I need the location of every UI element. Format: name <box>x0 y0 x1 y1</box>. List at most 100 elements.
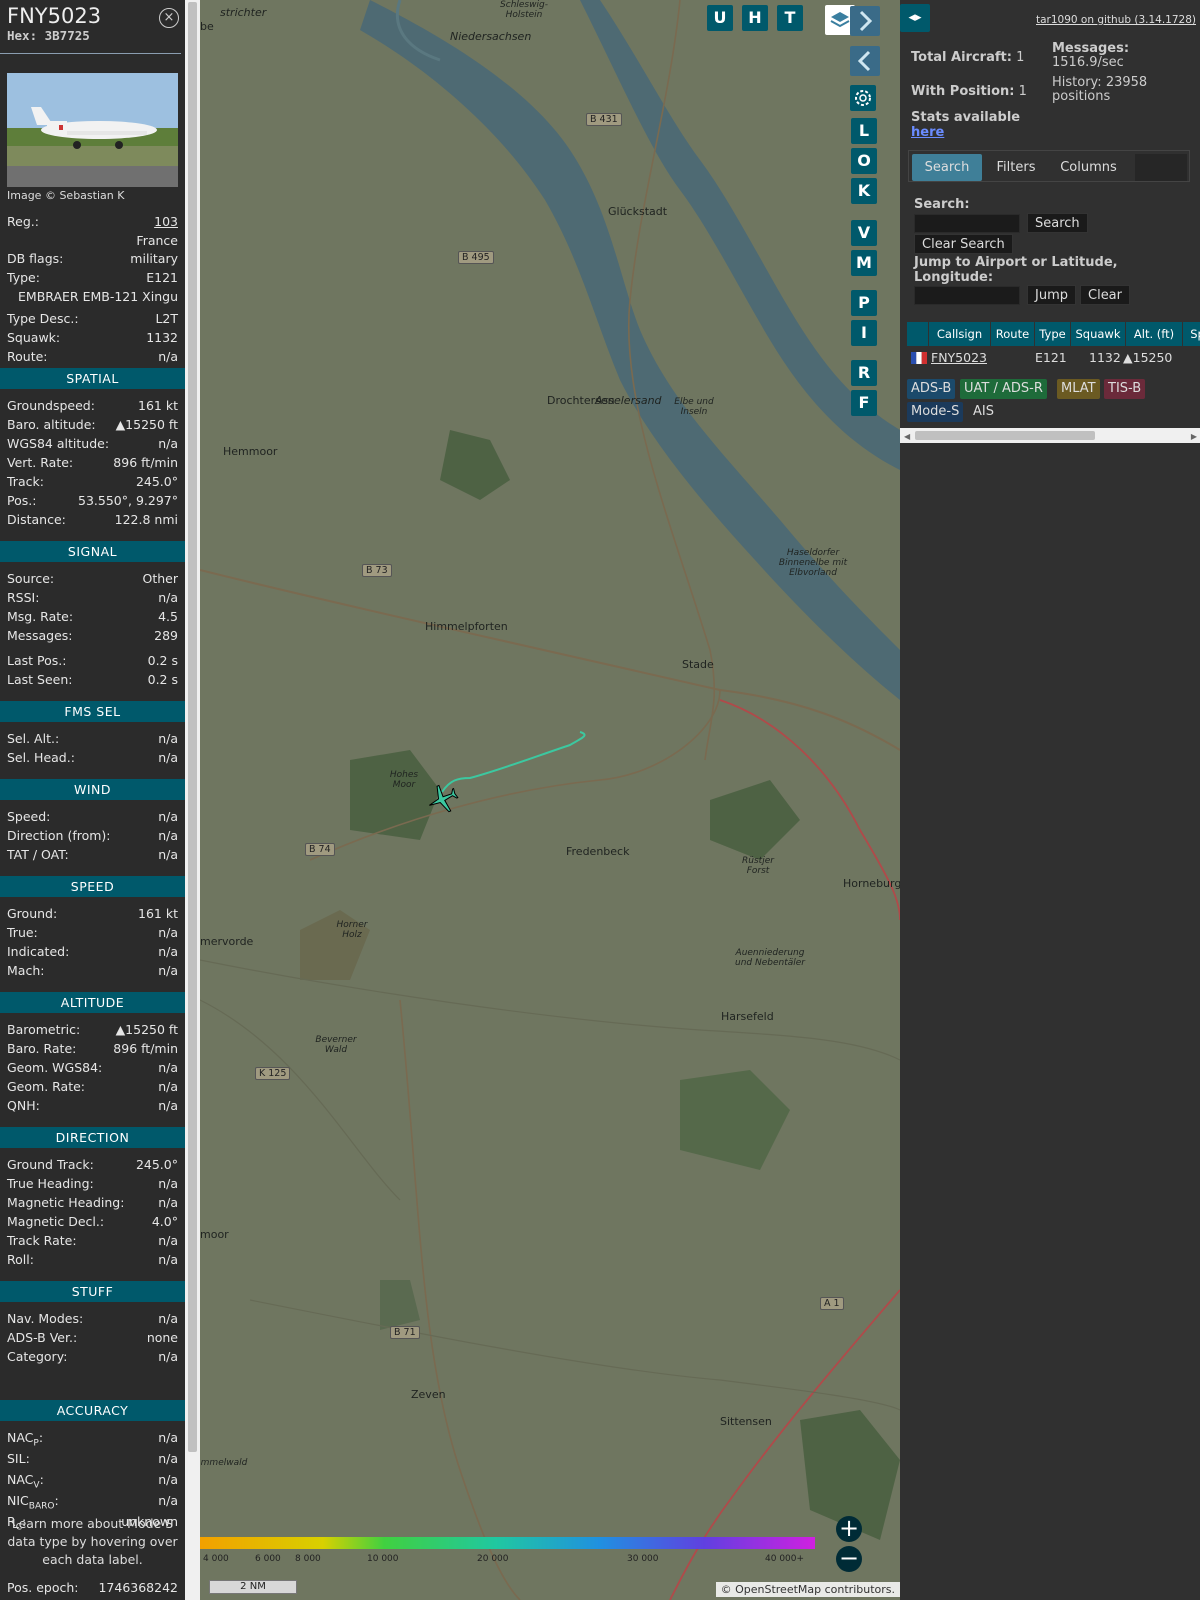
col-squawk[interactable]: Squawk <box>1071 322 1126 346</box>
info-row-label[interactable]: NACP: <box>7 1430 43 1449</box>
row-callsign[interactable]: FNY5023 <box>931 350 987 365</box>
map[interactable]: Glückstadt Drochtersen Asselersand Elbe und… <box>200 0 900 1600</box>
jump-button[interactable]: Jump <box>1027 285 1076 305</box>
col-callsign[interactable]: Callsign <box>929 322 991 346</box>
place-label: Stade <box>682 658 714 671</box>
info-row-label[interactable]: Category: <box>7 1349 67 1367</box>
info-row-label[interactable]: Groundspeed: <box>7 398 95 416</box>
col-altitude[interactable]: Alt. (ft) <box>1126 322 1183 346</box>
zoom-in-button[interactable]: + <box>836 1516 862 1542</box>
stats-link[interactable]: here <box>911 125 944 140</box>
info-row-label[interactable]: Sel. Head.: <box>7 750 75 768</box>
clear-search-button[interactable]: Clear Search <box>914 234 1013 254</box>
info-row-label[interactable]: TAT / OAT: <box>7 847 69 865</box>
info-row-label[interactable]: True: <box>7 925 38 943</box>
r-button[interactable]: R <box>851 360 877 386</box>
i-button[interactable]: I <box>851 320 877 346</box>
col-flag[interactable] <box>907 322 929 346</box>
info-row-label[interactable]: Messages: <box>7 628 73 646</box>
zoom-out-button[interactable]: − <box>836 1546 862 1572</box>
info-row-label[interactable]: WGS84 altitude: <box>7 436 109 454</box>
col-route[interactable]: Route <box>991 322 1035 346</box>
scroll-left-icon[interactable]: ◀ <box>904 432 910 441</box>
info-row-label[interactable]: Vert. Rate: <box>7 455 73 473</box>
info-row-label[interactable]: Baro. altitude: <box>7 417 96 435</box>
source-adsb[interactable]: ADS-B <box>907 379 956 399</box>
table-horizontal-scrollbar[interactable]: ◀ ▶ <box>900 428 1200 443</box>
source-tisb[interactable]: TIS-B <box>1104 379 1146 399</box>
u-button[interactable]: U <box>707 5 733 31</box>
info-row-label[interactable]: Indicated: <box>7 944 69 962</box>
toggle-sidebar-width-icon[interactable]: ◂▸ <box>900 4 930 32</box>
info-row-label[interactable]: Mach: <box>7 963 44 981</box>
map-attribution[interactable]: © OpenStreetMap contributors. <box>715 1582 900 1597</box>
info-row-label[interactable]: Magnetic Decl.: <box>7 1214 104 1232</box>
source-modes[interactable]: Mode-S <box>907 402 964 422</box>
info-row-label[interactable]: Ground: <box>7 906 57 924</box>
t-button[interactable]: T <box>777 5 803 31</box>
github-link[interactable]: tar1090 on github (3.14.1728) <box>1036 14 1196 26</box>
info-row-label[interactable]: Msg. Rate: <box>7 609 73 627</box>
scrollbar-thumb[interactable] <box>915 431 1095 440</box>
info-scrollbar[interactable] <box>185 0 200 1600</box>
expand-sidebar-button[interactable] <box>850 6 880 36</box>
info-row-label[interactable]: Geom. Rate: <box>7 1079 85 1097</box>
l-button[interactable]: L <box>851 118 877 144</box>
info-row-label[interactable]: True Heading: <box>7 1176 94 1194</box>
info-row-label[interactable]: ADS-B Ver.: <box>7 1330 77 1348</box>
tab-filters[interactable]: Filters <box>987 154 1045 181</box>
info-row-label[interactable]: Geom. WGS84: <box>7 1060 102 1078</box>
info-row-label[interactable]: Source: <box>7 571 54 589</box>
tab-extra[interactable] <box>1135 154 1187 181</box>
info-row-label[interactable]: Magnetic Heading: <box>7 1195 124 1213</box>
info-row: Nav. Modes: n/a <box>7 1311 178 1329</box>
settings-button[interactable] <box>850 85 876 111</box>
v-button[interactable]: V <box>851 220 877 246</box>
clear-jump-button[interactable]: Clear <box>1080 285 1130 305</box>
info-row-label[interactable]: Speed: <box>7 809 50 827</box>
tab-columns[interactable]: Columns <box>1050 154 1127 181</box>
info-row-label[interactable]: Distance: <box>7 512 66 530</box>
info-row-label[interactable]: Roll: <box>7 1252 34 1270</box>
info-row-label[interactable]: Last Seen: <box>7 672 72 690</box>
p-button[interactable]: P <box>851 290 877 316</box>
m-button[interactable]: M <box>851 250 877 276</box>
search-input[interactable] <box>914 214 1020 233</box>
scrollbar-thumb[interactable] <box>188 2 197 1452</box>
f-button[interactable]: F <box>851 390 877 416</box>
h-button[interactable]: H <box>742 5 768 31</box>
col-speed[interactable]: Sp <box>1183 322 1200 346</box>
scroll-right-icon[interactable]: ▶ <box>1191 432 1197 441</box>
info-row-label[interactable]: NACV: <box>7 1472 44 1491</box>
source-ais[interactable]: AIS <box>969 402 998 422</box>
info-row-label[interactable]: Pos. epoch: <box>7 1580 78 1598</box>
search-button[interactable]: Search <box>1027 213 1088 233</box>
info-row-label[interactable]: Ground Track: <box>7 1157 94 1175</box>
info-row-label[interactable]: Sel. Alt.: <box>7 731 59 749</box>
info-row-label[interactable]: QNH: <box>7 1098 40 1116</box>
aircraft-marker-icon[interactable] <box>426 782 460 816</box>
info-row-label[interactable]: Direction (from): <box>7 828 111 846</box>
info-row-label[interactable]: Pos.: <box>7 493 36 511</box>
source-mlat[interactable]: MLAT <box>1057 379 1100 399</box>
map-base-layer <box>200 0 900 1600</box>
source-uat[interactable]: UAT / ADS-R <box>960 379 1047 399</box>
info-row-label[interactable]: NICBARO: <box>7 1493 59 1512</box>
close-icon[interactable]: × <box>159 8 179 28</box>
info-row-label[interactable]: SIL: <box>7 1451 30 1469</box>
info-row-label[interactable]: Track Rate: <box>7 1233 77 1251</box>
info-row-label[interactable]: Last Pos.: <box>7 653 66 671</box>
info-row-label[interactable]: Barometric: <box>7 1022 80 1040</box>
collapse-sidebar-button[interactable] <box>850 46 880 76</box>
tab-search[interactable]: Search <box>912 154 982 181</box>
o-button[interactable]: O <box>851 148 877 174</box>
info-row-label[interactable]: Nav. Modes: <box>7 1311 83 1329</box>
k-button[interactable]: K <box>851 178 877 204</box>
info-row-label[interactable]: Baro. Rate: <box>7 1041 76 1059</box>
info-row-value[interactable]: 103 <box>154 214 178 232</box>
info-row-label[interactable]: Track: <box>7 474 44 492</box>
col-type[interactable]: Type <box>1035 322 1071 346</box>
jump-input[interactable] <box>914 286 1020 305</box>
aircraft-photo[interactable] <box>7 73 178 187</box>
info-row-label[interactable]: RSSI: <box>7 590 39 608</box>
